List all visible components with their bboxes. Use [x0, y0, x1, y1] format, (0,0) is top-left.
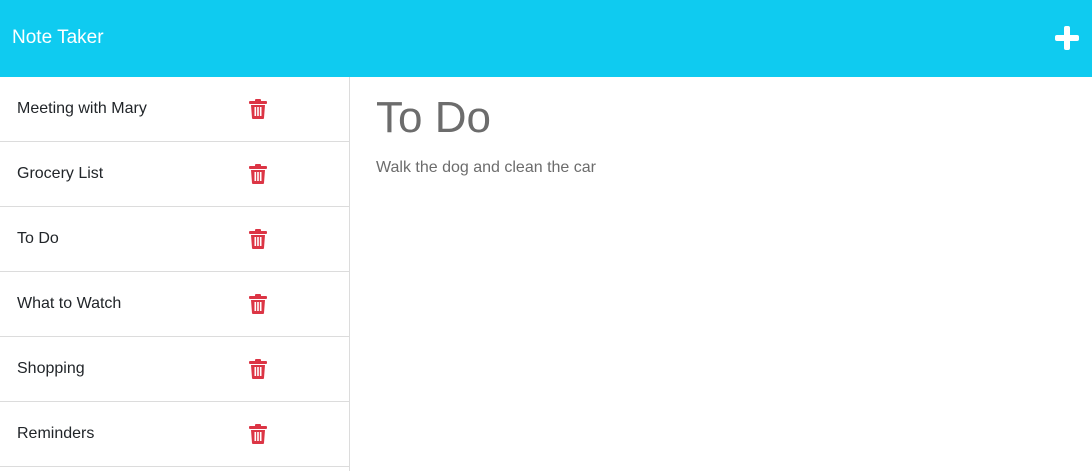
- note-text-field[interactable]: Walk the dog and clean the car: [376, 158, 596, 178]
- delete-note-button[interactable]: [249, 359, 267, 379]
- note-list-item-title[interactable]: Grocery List: [17, 164, 103, 184]
- trash-icon: [249, 164, 267, 184]
- navbar: Note Taker: [0, 0, 1092, 77]
- trash-icon: [249, 359, 267, 379]
- trash-icon: [249, 99, 267, 119]
- note-list-item[interactable]: Shopping: [0, 337, 349, 402]
- delete-note-button[interactable]: [249, 229, 267, 249]
- delete-note-button[interactable]: [249, 294, 267, 314]
- note-list-item[interactable]: To Do: [0, 207, 349, 272]
- note-list-item-title[interactable]: Shopping: [17, 359, 85, 379]
- delete-note-button[interactable]: [249, 424, 267, 444]
- note-list-item[interactable]: What to Watch: [0, 272, 349, 337]
- trash-icon: [249, 229, 267, 249]
- note-list-item[interactable]: Meeting with Mary: [0, 77, 349, 142]
- note-list: Meeting with Mary Grocery List To Do Wha…: [0, 77, 350, 471]
- note-editor: To Do Walk the dog and clean the car: [350, 77, 1092, 471]
- trash-icon: [249, 294, 267, 314]
- delete-note-button[interactable]: [249, 164, 267, 184]
- delete-note-button[interactable]: [249, 99, 267, 119]
- new-note-button[interactable]: [1052, 23, 1082, 53]
- plus-icon: [1055, 26, 1079, 50]
- note-list-item[interactable]: Grocery List: [0, 142, 349, 207]
- note-list-item-title[interactable]: To Do: [17, 229, 59, 249]
- trash-icon: [249, 424, 267, 444]
- note-list-item[interactable]: Reminders: [0, 402, 349, 467]
- note-list-item-title[interactable]: Reminders: [17, 424, 94, 444]
- note-list-item-title[interactable]: Meeting with Mary: [17, 99, 147, 119]
- note-title-field[interactable]: To Do: [376, 91, 491, 145]
- note-list-item-title[interactable]: What to Watch: [17, 294, 121, 314]
- app-title[interactable]: Note Taker: [12, 26, 104, 50]
